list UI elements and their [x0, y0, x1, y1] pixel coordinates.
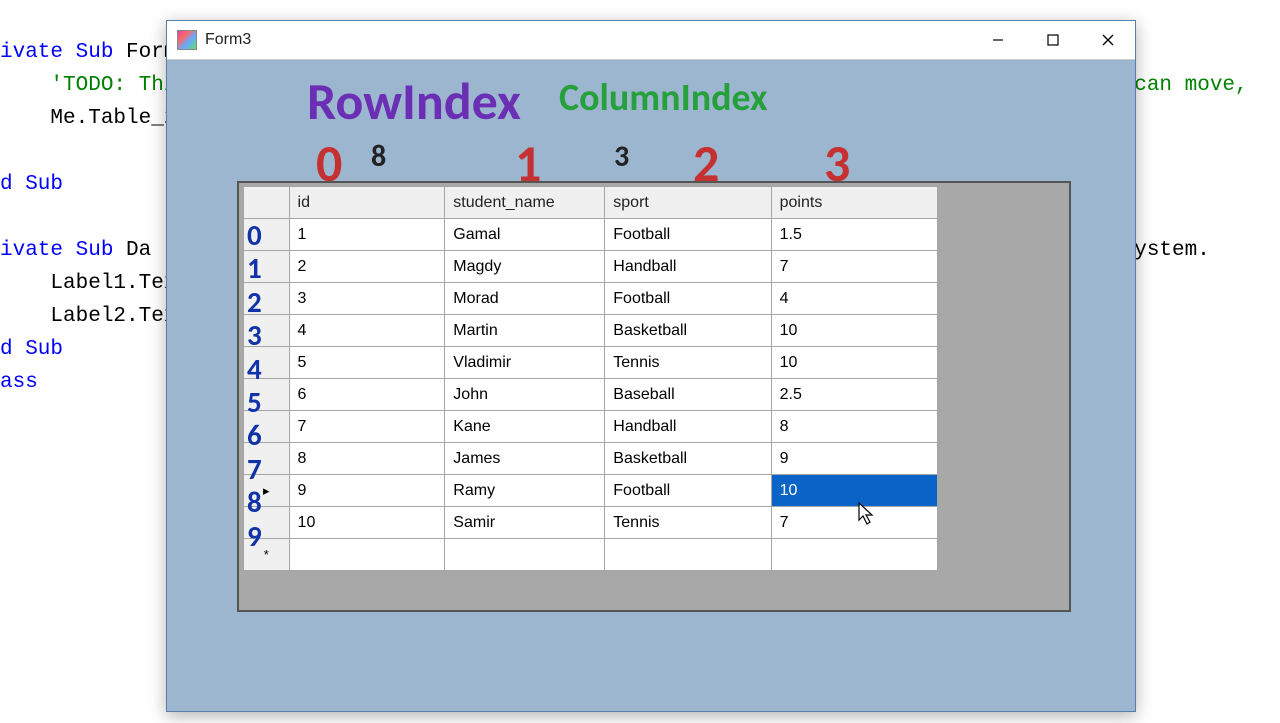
cell[interactable]: Football — [605, 475, 771, 507]
column-header-points[interactable]: points — [771, 187, 937, 219]
column-index-value: 3 — [614, 138, 629, 175]
cell[interactable]: 10 — [771, 347, 937, 379]
cell[interactable]: Gamal — [445, 219, 605, 251]
cell[interactable]: Basketball — [605, 315, 771, 347]
cell[interactable]: Tennis — [605, 347, 771, 379]
app-icon — [177, 30, 197, 50]
cell[interactable]: 8 — [289, 443, 445, 475]
row-index-label: 5 — [247, 384, 262, 420]
cell[interactable]: 3 — [289, 283, 445, 315]
window-title: Form3 — [205, 31, 970, 49]
table-row[interactable]: 4MartinBasketball10 — [244, 315, 938, 347]
cell[interactable] — [289, 539, 445, 571]
table-row[interactable]: ▸9RamyFootball10 — [244, 475, 938, 507]
cell[interactable]: 10 — [289, 507, 445, 539]
cell[interactable]: James — [445, 443, 605, 475]
cell[interactable]: 1 — [289, 219, 445, 251]
cell[interactable]: Martin — [445, 315, 605, 347]
cell[interactable]: 9 — [289, 475, 445, 507]
columnindex-label: ColumnIndex — [559, 75, 767, 121]
new-row[interactable]: * — [244, 539, 938, 571]
cell[interactable]: Football — [605, 283, 771, 315]
minimize-button[interactable] — [970, 21, 1025, 59]
maximize-button[interactable] — [1025, 21, 1080, 59]
cell[interactable]: Samir — [445, 507, 605, 539]
form3-window: Form3 RowIndex ColumnIndex 8 3 0 1 2 3 i… — [166, 20, 1136, 712]
cell[interactable]: Ramy — [445, 475, 605, 507]
cell[interactable]: 4 — [771, 283, 937, 315]
table-row[interactable]: 3MoradFootball4 — [244, 283, 938, 315]
cell[interactable]: 2 — [289, 251, 445, 283]
table-row[interactable]: 5VladimirTennis10 — [244, 347, 938, 379]
cell[interactable]: 4 — [289, 315, 445, 347]
table-row[interactable]: 8JamesBasketball9 — [244, 443, 938, 475]
cell[interactable]: 7 — [289, 411, 445, 443]
table-row[interactable]: 7KaneHandball8 — [244, 411, 938, 443]
cell[interactable]: Baseball — [605, 379, 771, 411]
row-index-label: 4 — [247, 351, 262, 387]
cell[interactable]: Morad — [445, 283, 605, 315]
column-header-id[interactable]: id — [289, 187, 445, 219]
cell[interactable]: 5 — [289, 347, 445, 379]
datagridview[interactable]: id student_name sport points 1GamalFootb… — [243, 186, 938, 571]
cell[interactable] — [605, 539, 771, 571]
table-row[interactable]: 10SamirTennis7 — [244, 507, 938, 539]
column-header-sport[interactable]: sport — [605, 187, 771, 219]
table-row[interactable]: 2MagdyHandball7 — [244, 251, 938, 283]
rowindex-label: RowIndex — [307, 69, 521, 133]
row-index-label: 3 — [247, 317, 262, 353]
cell[interactable]: Football — [605, 219, 771, 251]
row-index-label: 2 — [247, 284, 262, 320]
row-index-value: 8 — [371, 138, 386, 175]
row-index-label: 6 — [247, 417, 262, 453]
cell[interactable]: 9 — [771, 443, 937, 475]
row-index-label: 1 — [247, 250, 262, 286]
cell[interactable]: 7 — [771, 251, 937, 283]
mouse-cursor-icon — [858, 502, 878, 528]
rowheader-corner[interactable] — [244, 187, 290, 219]
row-index-label: 0 — [247, 217, 262, 253]
cell[interactable]: 8 — [771, 411, 937, 443]
datagridview-container: id student_name sport points 1GamalFootb… — [237, 181, 1071, 612]
cell[interactable]: 1.5 — [771, 219, 937, 251]
cell[interactable]: 10 — [771, 475, 937, 507]
cell[interactable]: Handball — [605, 411, 771, 443]
cell[interactable]: John — [445, 379, 605, 411]
cell[interactable]: Tennis — [605, 507, 771, 539]
column-header-student-name[interactable]: student_name — [445, 187, 605, 219]
table-row[interactable]: 6JohnBaseball2.5 — [244, 379, 938, 411]
cell[interactable] — [445, 539, 605, 571]
cell[interactable]: Kane — [445, 411, 605, 443]
close-button[interactable] — [1080, 21, 1135, 59]
window-titlebar[interactable]: Form3 — [167, 21, 1135, 60]
cell[interactable]: 6 — [289, 379, 445, 411]
table-row[interactable]: 1GamalFootball1.5 — [244, 219, 938, 251]
row-index-label: 7 — [247, 451, 262, 487]
cell[interactable]: Vladimir — [445, 347, 605, 379]
cell[interactable]: Magdy — [445, 251, 605, 283]
row-index-label: 8 — [247, 484, 262, 520]
cell[interactable]: 7 — [771, 507, 937, 539]
cell[interactable]: Basketball — [605, 443, 771, 475]
cell[interactable]: 10 — [771, 315, 937, 347]
row-index-label: 9 — [247, 518, 262, 554]
cell[interactable] — [771, 539, 937, 571]
cell[interactable]: 2.5 — [771, 379, 937, 411]
cell[interactable]: Handball — [605, 251, 771, 283]
